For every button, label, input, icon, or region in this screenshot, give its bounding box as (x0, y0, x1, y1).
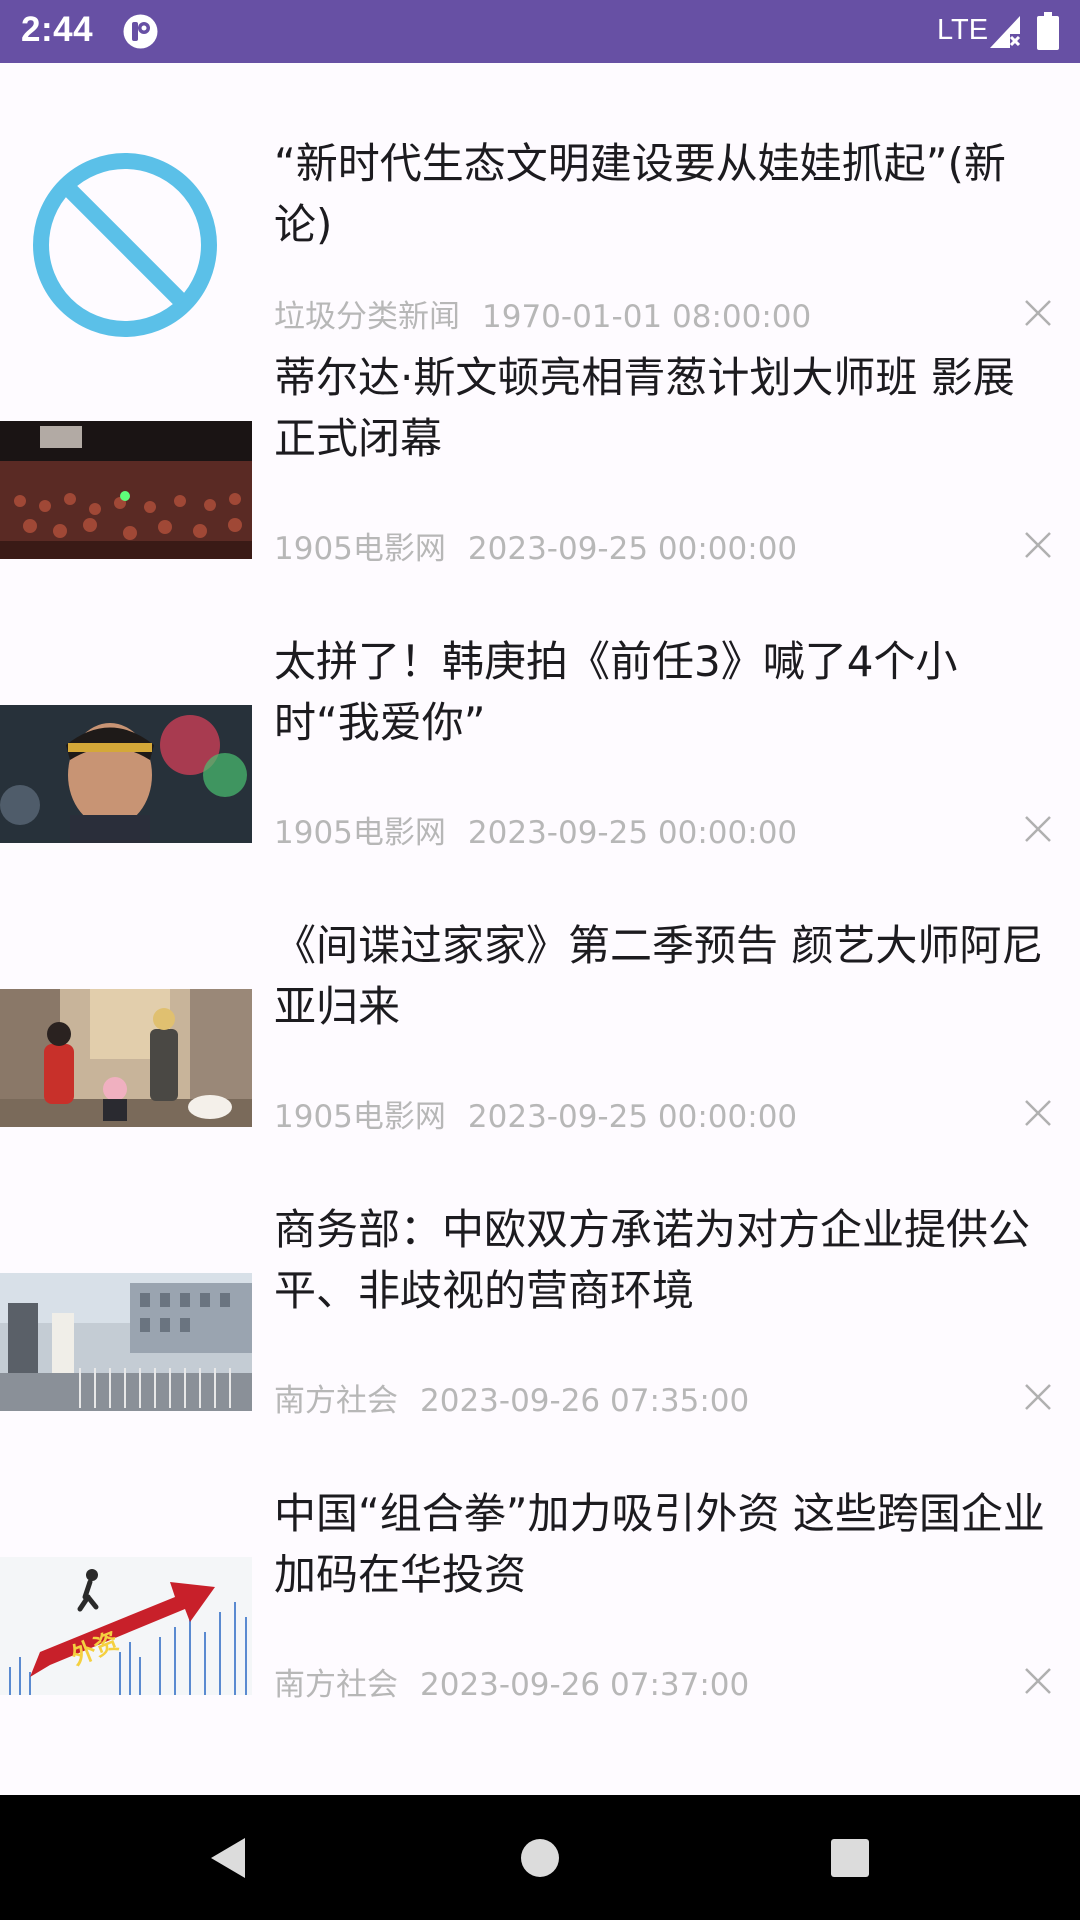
news-thumbnail[interactable] (0, 1273, 252, 1411)
news-meta: 南方社会 2023-09-26 07:35:00 (274, 1375, 749, 1420)
news-item[interactable]: 外资 中国“组合拳”加力吸引外资 这些跨国企业加码在华投资 南方社会 2023-0… (0, 1483, 1080, 1767)
news-source: 1905电影网 (274, 815, 446, 851)
news-title[interactable]: 中国“组合拳”加力吸引外资 这些跨国企业加码在华投资 (274, 1483, 1056, 1605)
news-meta: 1905电影网 2023-09-25 00:00:00 (274, 807, 797, 852)
close-icon[interactable] (1022, 1097, 1054, 1129)
signal-icon (990, 16, 1021, 48)
network-type-label: LTE (937, 14, 989, 46)
recents-square-icon[interactable] (827, 1835, 873, 1881)
news-source: 1905电影网 (274, 1099, 446, 1135)
news-source: 南方社会 (274, 1667, 398, 1703)
news-thumbnail[interactable] (0, 421, 252, 559)
news-thumbnail[interactable] (0, 705, 252, 843)
news-item[interactable]: “新时代生态文明建设要从娃娃抓起”(新论) 垃圾分类新闻 1970-01-01 0… (0, 63, 1080, 347)
back-triangle-icon[interactable] (205, 1835, 251, 1881)
news-item[interactable]: 《间谍过家家》第二季预告 颜艺大师阿尼亚归来 1905电影网 2023-09-25… (0, 915, 1080, 1199)
news-title[interactable]: 商务部：中欧双方承诺为对方企业提供公平、非歧视的营商环境 (274, 1199, 1056, 1321)
news-meta: 南方社会 2023-09-26 07:37:00 (274, 1659, 749, 1704)
navigation-bar (0, 1795, 1080, 1920)
close-icon[interactable] (1022, 529, 1054, 561)
news-time: 2023-09-26 07:35:00 (420, 1383, 750, 1419)
news-time: 2023-09-25 00:00:00 (467, 1099, 798, 1135)
close-icon[interactable] (1022, 297, 1054, 329)
news-time: 2023-09-25 00:00:00 (467, 531, 798, 567)
news-meta: 1905电影网 2023-09-25 00:00:00 (274, 523, 797, 568)
news-meta: 垃圾分类新闻 1970-01-01 08:00:00 (274, 291, 811, 336)
news-source: 垃圾分类新闻 (274, 299, 460, 335)
news-thumbnail[interactable]: 外资 (0, 1557, 252, 1695)
news-source: 1905电影网 (274, 531, 446, 567)
news-title[interactable]: “新时代生态文明建设要从娃娃抓起”(新论) (274, 133, 1056, 255)
battery-icon (1037, 12, 1059, 50)
close-icon[interactable] (1022, 813, 1054, 845)
news-meta: 1905电影网 2023-09-25 00:00:00 (274, 1091, 797, 1136)
close-icon[interactable] (1022, 1665, 1054, 1697)
news-source: 南方社会 (274, 1383, 398, 1419)
news-time: 1970-01-01 08:00:00 (482, 299, 812, 335)
no-image-placeholder-icon (30, 150, 220, 340)
status-time: 2:44 (21, 10, 94, 49)
status-bar: 2:44 LTE (0, 0, 1080, 63)
news-title[interactable]: 太拼了！韩庚拍《前任3》喊了4个小时“我爱你” (274, 631, 1056, 753)
news-title[interactable]: 蒂尔达·斯文顿亮相青葱计划大师班 影展正式闭幕 (274, 347, 1056, 469)
news-item[interactable]: 太拼了！韩庚拍《前任3》喊了4个小时“我爱你” 1905电影网 2023-09-2… (0, 631, 1080, 915)
news-thumbnail[interactable] (0, 989, 252, 1127)
news-time: 2023-09-26 07:37:00 (420, 1667, 750, 1703)
close-icon[interactable] (1022, 1381, 1054, 1413)
news-title[interactable]: 《间谍过家家》第二季预告 颜艺大师阿尼亚归来 (274, 915, 1056, 1037)
news-list[interactable]: “新时代生态文明建设要从娃娃抓起”(新论) 垃圾分类新闻 1970-01-01 0… (0, 63, 1080, 1795)
app-notification-icon (123, 14, 158, 49)
news-item[interactable]: 商务部：中欧双方承诺为对方企业提供公平、非歧视的营商环境 南方社会 2023-09… (0, 1199, 1080, 1483)
news-item[interactable]: 蒂尔达·斯文顿亮相青葱计划大师班 影展正式闭幕 1905电影网 2023-09-2… (0, 347, 1080, 631)
home-circle-icon[interactable] (517, 1835, 563, 1881)
news-time: 2023-09-25 00:00:00 (467, 815, 798, 851)
